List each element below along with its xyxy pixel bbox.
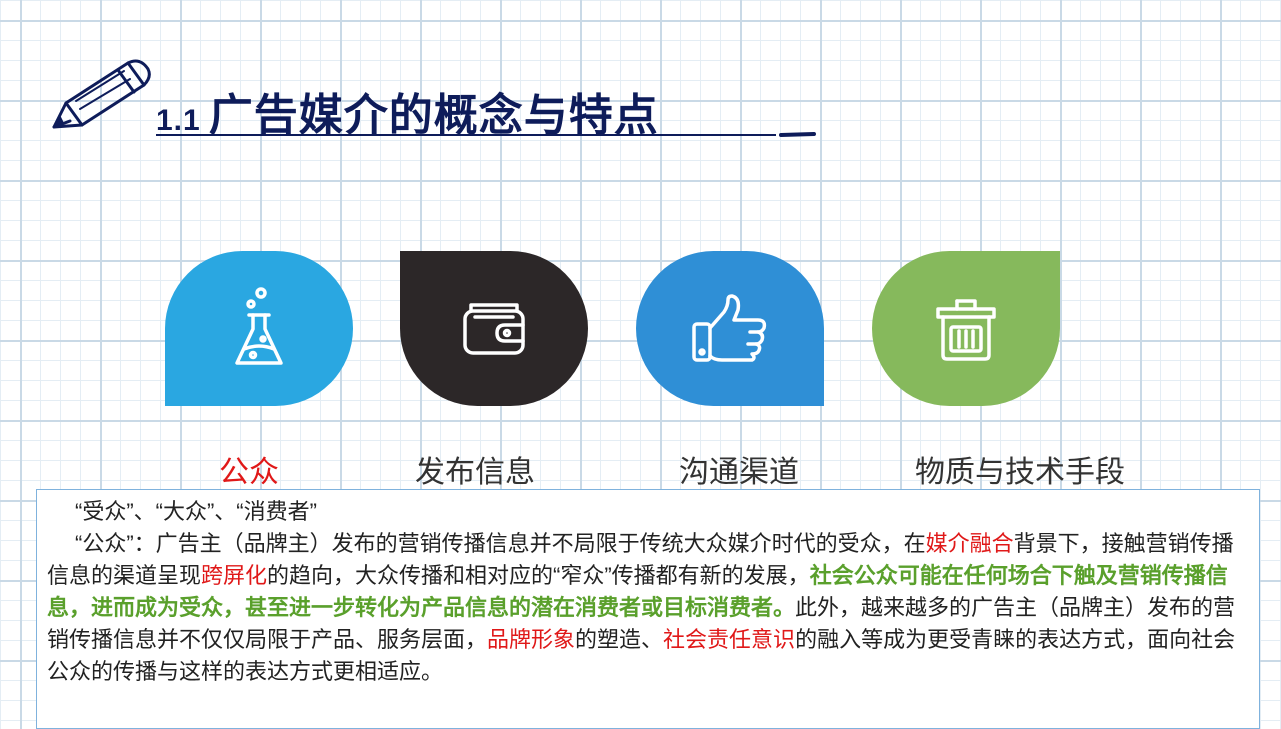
highlight-brand-image: 品牌形象 — [487, 627, 576, 652]
trash-bin-icon — [936, 298, 996, 361]
title-block: 1.1 广告媒介的概念与特点 — [48, 55, 818, 140]
feature-label-material: 物质与技术手段 — [915, 455, 1125, 490]
thumbs-up-icon — [692, 293, 767, 362]
flask-icon — [235, 286, 283, 365]
description-paragraph: “公众”：广告主（品牌主）发布的营销传播信息并不局限于传统大众媒介时代的受众，在… — [47, 528, 1249, 688]
wallet-icon — [463, 302, 525, 355]
highlight-cross-screen: 跨屏化 — [201, 563, 268, 588]
highlight-social-responsibility: 社会责任意识 — [663, 627, 796, 652]
feature-card-material — [872, 251, 1060, 406]
highlight-media-convergence: 媒介融合 — [925, 531, 1014, 556]
feature-card-public — [165, 251, 353, 406]
terms-line: “受众”、“大众”、“消费者” — [75, 499, 317, 524]
title-underline — [156, 132, 816, 137]
description-textbox: “受众”、“大众”、“消费者” “公众”：广告主（品牌主）发布的营销传播信息并不… — [36, 489, 1260, 729]
text-segment: “公众”：广告主（品牌主）发布的营销传播信息并不局限于传统大众媒介时代的受众，在 — [75, 531, 926, 556]
feature-label-publish: 发布信息 — [415, 455, 535, 490]
text-segment: 的趋向，大众传播和相对应的“窄众”传播都有新的发展， — [267, 563, 810, 588]
feature-label-public: 公众 — [219, 455, 279, 490]
feature-card-channel — [636, 251, 824, 406]
text-segment: 的塑造、 — [575, 627, 664, 652]
pencil-icon — [52, 59, 151, 129]
feature-label-channel: 沟通渠道 — [679, 455, 799, 490]
feature-card-publish — [400, 251, 588, 406]
